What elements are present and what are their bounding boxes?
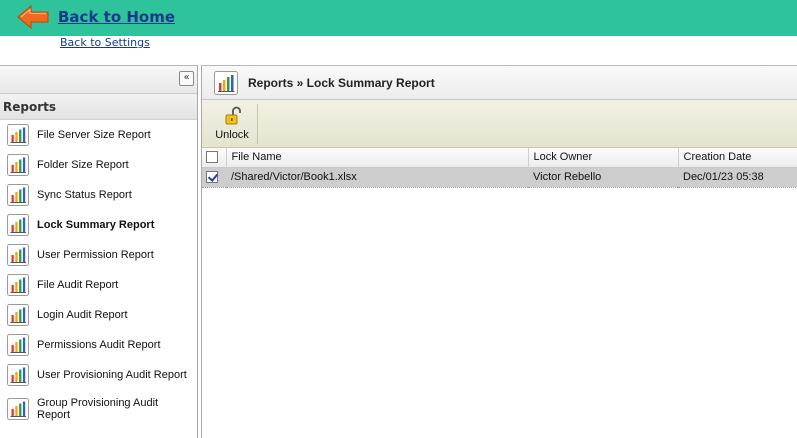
report-panel: Reports » Lock Summary Report Unlock Fil… (201, 65, 797, 438)
bar-chart-icon (7, 334, 29, 356)
cell-file-name: /Shared/Victor/Book1.xlsx (226, 167, 528, 188)
sidebar-item-label: File Audit Report (37, 279, 119, 291)
sidebar-item-lock-summary-report[interactable]: Lock Summary Report (0, 210, 197, 240)
sidebar-item-label: Permissions Audit Report (37, 339, 161, 351)
sidebar-item-label: Lock Summary Report (37, 219, 155, 231)
report-list: File Server Size Report Folder Size Repor… (0, 120, 197, 428)
select-all-cell (202, 148, 227, 168)
bar-chart-icon (7, 274, 29, 296)
select-all-checkbox[interactable] (206, 150, 218, 163)
unlock-label: Unlock (215, 129, 249, 141)
sidebar-item-label: Group Provisioning Audit Report (37, 397, 159, 421)
column-header-creation-date[interactable]: Creation Date (678, 148, 797, 168)
bar-chart-icon (7, 124, 29, 146)
sidebar-item-user-provisioning-audit-report[interactable]: User Provisioning Audit Report (0, 360, 197, 390)
reports-sidebar: « Reports File Server Size Report Folder … (0, 65, 198, 438)
row-checkbox[interactable] (206, 170, 218, 183)
sidebar-item-file-audit-report[interactable]: File Audit Report (0, 270, 197, 300)
table-header-row: File Name Lock Owner Creation Date (202, 148, 797, 168)
report-toolbar: Unlock (202, 100, 797, 148)
breadcrumb: Reports » Lock Summary Report (248, 76, 435, 90)
cell-lock-owner: Victor Rebello (528, 167, 678, 188)
row-select-cell (202, 167, 226, 188)
back-to-home-link[interactable]: Back to Home (58, 8, 175, 26)
sidebar-item-label: User Permission Report (37, 249, 154, 261)
unlock-button[interactable]: Unlock (208, 104, 258, 144)
sidebar-item-label: User Provisioning Audit Report (37, 369, 187, 381)
sidebar-item-file-server-size-report[interactable]: File Server Size Report (0, 120, 197, 150)
sidebar-item-folder-size-report[interactable]: Folder Size Report (0, 150, 197, 180)
bar-chart-icon (7, 214, 29, 236)
column-header-lock-owner[interactable]: Lock Owner (528, 148, 679, 168)
sidebar-item-label: Login Audit Report (37, 309, 128, 321)
bar-chart-icon (214, 71, 238, 95)
back-arrow-icon[interactable] (16, 4, 50, 30)
sidebar-item-user-permission-report[interactable]: User Permission Report (0, 240, 197, 270)
table-row[interactable]: /Shared/Victor/Book1.xlsx Victor Rebello D… (202, 167, 797, 188)
bar-chart-icon (7, 364, 29, 386)
bar-chart-icon (7, 184, 29, 206)
padlock-open-icon (225, 106, 241, 125)
top-header: Back to Home (0, 0, 797, 36)
sidebar-title: Reports (0, 94, 197, 120)
bar-chart-icon (7, 244, 29, 266)
sidebar-item-group-provisioning-audit-report[interactable]: Group Provisioning Audit Report (0, 390, 197, 428)
bar-chart-icon (7, 398, 29, 420)
bar-chart-icon (7, 304, 29, 326)
sidebar-item-label: Sync Status Report (37, 189, 132, 201)
sidebar-item-permissions-audit-report[interactable]: Permissions Audit Report (0, 330, 197, 360)
sidebar-collapse-bar: « (0, 66, 197, 94)
lock-summary-table: File Name Lock Owner Creation Date /Shar… (202, 148, 797, 188)
report-title-bar: Reports » Lock Summary Report (202, 66, 797, 100)
collapse-sidebar-button[interactable]: « (179, 71, 194, 86)
bar-chart-icon (7, 154, 29, 176)
sidebar-item-label: Folder Size Report (37, 159, 129, 171)
sidebar-item-label: File Server Size Report (37, 129, 151, 141)
cell-creation-date: Dec/01/23 05:38 (678, 167, 797, 188)
sidebar-item-login-audit-report[interactable]: Login Audit Report (0, 300, 197, 330)
column-header-file-name[interactable]: File Name (226, 148, 529, 168)
sidebar-item-sync-status-report[interactable]: Sync Status Report (0, 180, 197, 210)
back-to-settings-link[interactable]: Back to Settings (60, 36, 150, 49)
